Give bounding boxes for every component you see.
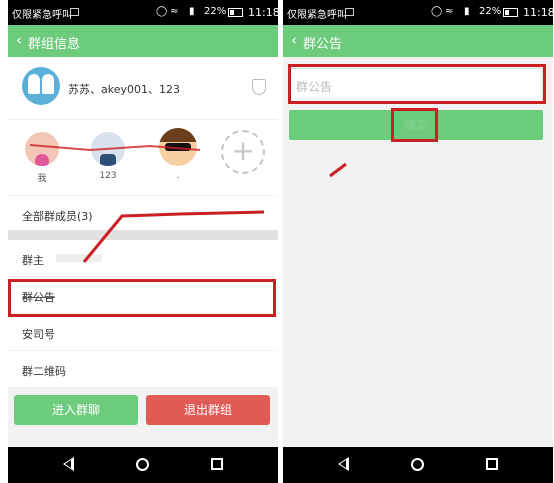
annotation-stroke [329,162,347,178]
annotation-scribbles [29,144,347,263]
redaction-stroke-2 [29,144,201,152]
redaction-stroke [82,210,265,263]
